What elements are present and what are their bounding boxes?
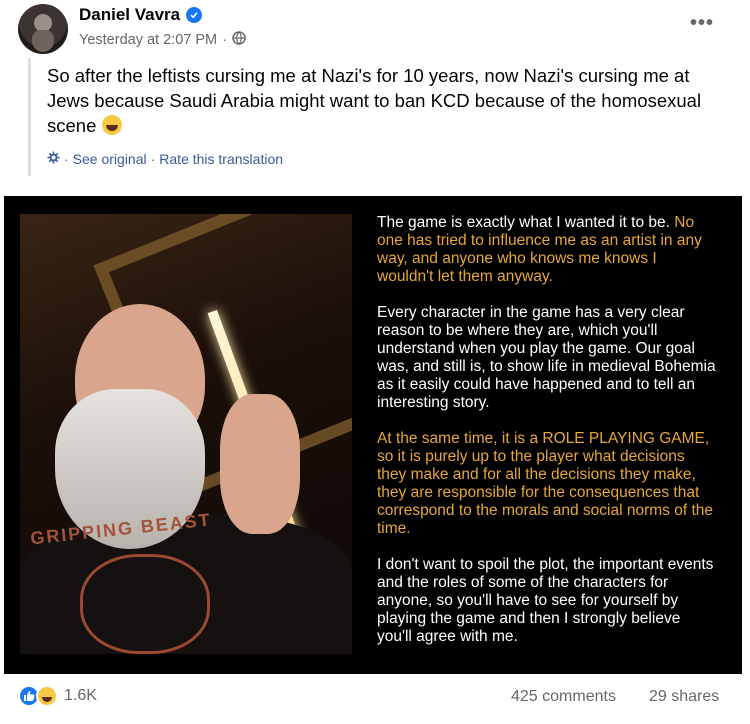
post-meta: Yesterday at 2:07 PM · [79, 31, 246, 49]
rate-translation-link[interactable]: Rate this translation [159, 151, 283, 167]
post-footer: 1.6K 425 comments 29 shares [0, 682, 750, 716]
reactions-summary[interactable]: 1.6K [18, 685, 97, 707]
more-options-button[interactable]: ••• [690, 13, 714, 33]
post-body: So after the leftists cursing me at Nazi… [47, 65, 702, 136]
portrait-photo: GRIPPING BEAST [20, 214, 352, 654]
gear-icon [47, 151, 60, 167]
author-avatar[interactable] [18, 4, 68, 54]
statement-paragraph: I don't want to spoil the plot, the impo… [377, 556, 714, 645]
comments-count-link[interactable]: 425 comments [511, 688, 616, 706]
shares-count-link[interactable]: 29 shares [649, 688, 719, 706]
facebook-post-card: Daniel Vavra Yesterday at 2:07 PM · ••• … [0, 0, 750, 724]
statement-paragraph: Every character in the game has a very c… [377, 304, 716, 411]
post-timestamp[interactable]: Yesterday at 2:07 PM [79, 32, 217, 48]
verified-badge-icon [186, 7, 203, 23]
globe-icon[interactable] [232, 31, 246, 49]
author-name[interactable]: Daniel Vavra [79, 5, 180, 25]
post-image[interactable]: GRIPPING BEAST The game is exactly what … [4, 196, 742, 674]
laughing-emoji-icon [101, 115, 122, 135]
author-name-row: Daniel Vavra [79, 5, 203, 25]
post-text: So after the leftists cursing me at Nazi… [47, 63, 717, 138]
reaction-count: 1.6K [64, 687, 97, 704]
image-statement: The game is exactly what I wanted it to … [377, 214, 717, 664]
see-original-link[interactable]: See original [73, 151, 147, 167]
statement-paragraph: The game is exactly what I wanted it to … [377, 214, 702, 285]
translation-links: · See original · Rate this translation [47, 151, 283, 167]
quote-bar [28, 58, 31, 176]
haha-reaction-icon [36, 685, 58, 707]
statement-paragraph: At the same time, it is a ROLE PLAYING G… [377, 430, 714, 537]
